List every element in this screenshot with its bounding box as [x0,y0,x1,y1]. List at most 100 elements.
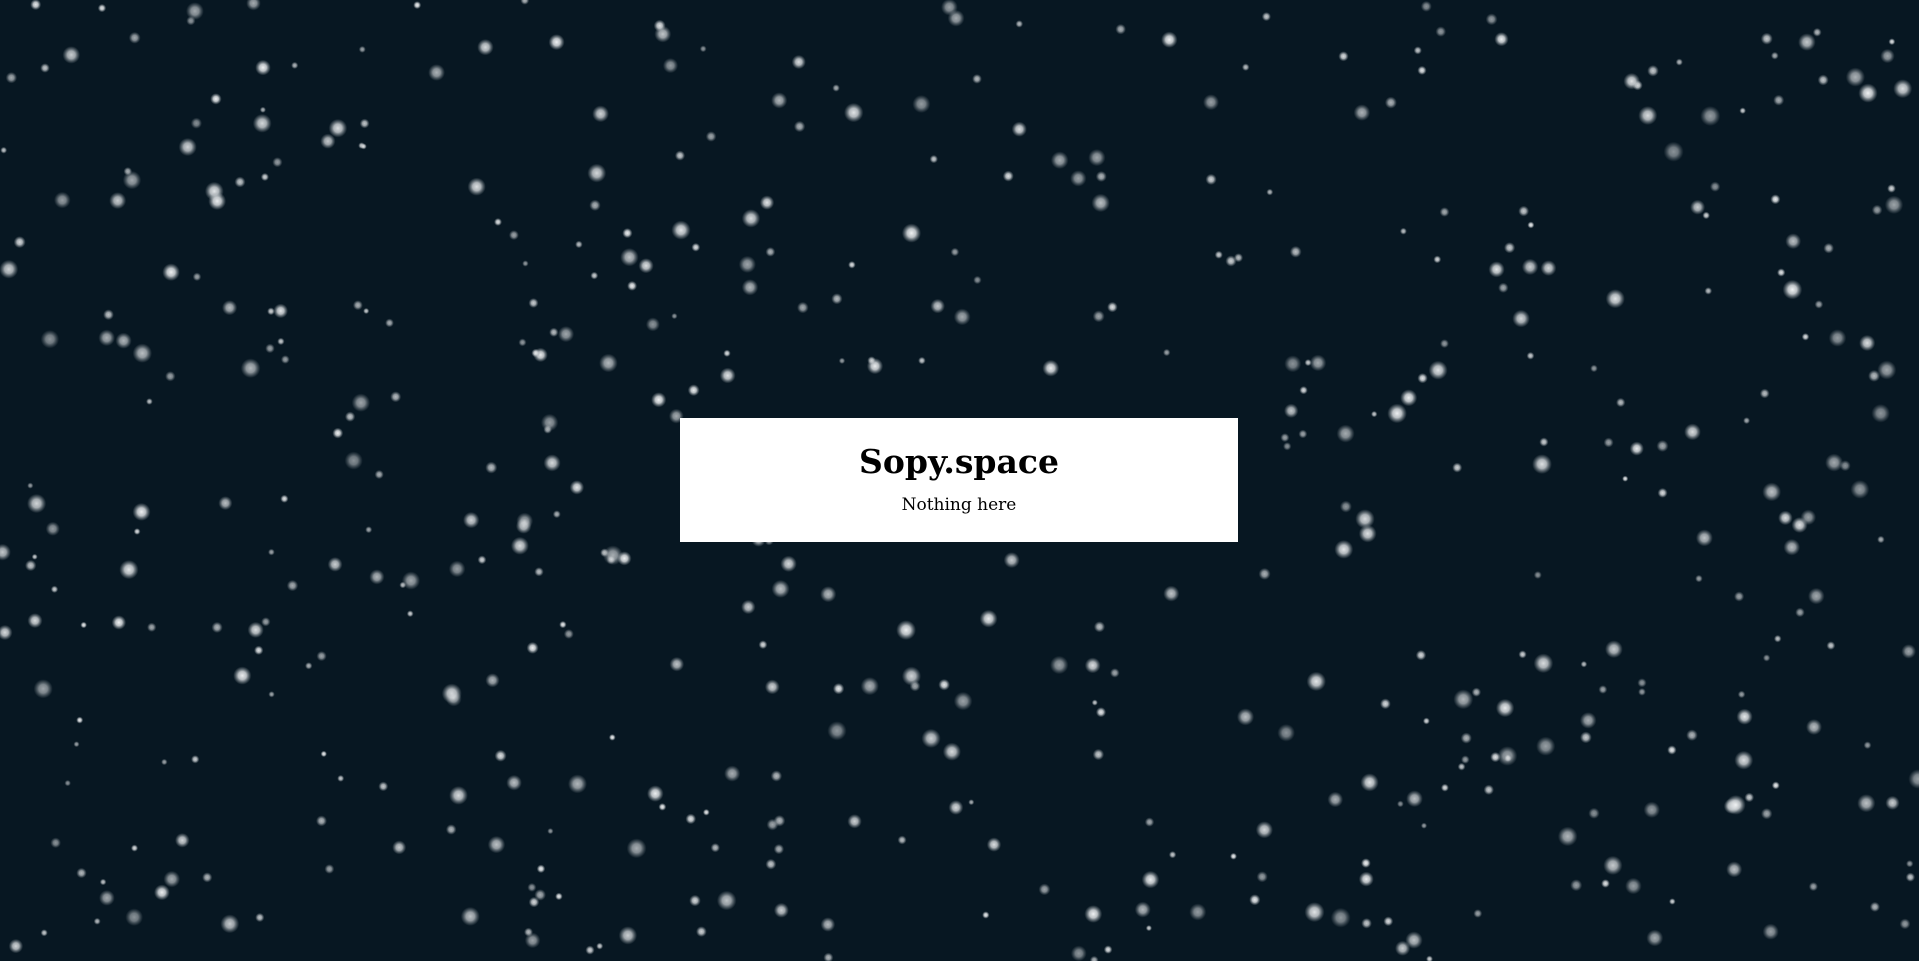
star [1762,482,1782,502]
star [1134,901,1151,918]
star [563,629,574,639]
star [50,837,61,849]
star [1050,151,1069,169]
star [494,218,502,226]
star [1826,641,1836,650]
star [930,298,945,314]
star [1808,882,1818,892]
star [125,908,143,926]
star [210,93,222,105]
star [109,192,127,210]
star [1249,894,1261,906]
star [1905,872,1916,882]
star [286,579,299,592]
star [5,72,18,84]
star [820,917,836,932]
star [401,571,421,590]
star [1371,410,1378,418]
star [741,599,756,615]
star [1726,861,1743,878]
star [1771,781,1780,790]
star [1684,423,1701,441]
star [559,620,567,629]
star [103,309,114,321]
star [233,666,252,685]
star [13,236,26,249]
star [332,427,344,439]
star [1070,170,1087,187]
star [1647,65,1659,77]
star [1580,660,1588,668]
star [518,338,527,347]
star [838,357,846,364]
star [1417,65,1427,75]
star [1773,634,1782,643]
star [132,502,151,521]
star [316,651,327,662]
star [1334,540,1354,559]
star [64,779,71,787]
star [260,172,269,182]
star [369,569,385,585]
star [1145,925,1152,932]
star [741,279,759,296]
star [1695,529,1713,547]
star [1042,359,1060,377]
star [252,113,272,133]
star [827,721,847,741]
star [277,337,285,346]
star [921,728,941,749]
star [1327,791,1344,808]
star [534,567,544,577]
star [76,716,84,724]
star [1643,801,1661,818]
star [723,349,731,357]
star [596,942,604,950]
star [557,326,575,343]
star [1760,32,1773,45]
star [255,59,271,76]
star [1457,762,1466,771]
star [1700,106,1721,126]
star [771,579,790,598]
star [1759,388,1770,399]
star [133,528,141,535]
star [25,559,37,572]
star [1095,171,1107,182]
star [1623,72,1640,90]
star [1533,653,1554,674]
star [1800,509,1817,526]
star [687,384,700,397]
star [1539,437,1549,447]
star [467,177,486,196]
star [1163,585,1180,602]
star [548,34,565,51]
star [758,640,768,650]
star [161,758,168,766]
star [1603,855,1623,876]
star [1038,883,1051,896]
star [1141,870,1160,889]
star [27,613,43,629]
star [1557,826,1578,847]
star [1906,860,1914,868]
star [1629,441,1644,456]
star [123,167,133,176]
star [291,61,299,69]
star [0,543,11,561]
star [0,259,19,279]
star [1258,567,1271,580]
star [543,454,561,472]
star [1494,32,1509,47]
star [1284,403,1299,418]
star [1107,301,1118,313]
page-title: Sopy.space [859,442,1059,481]
star [99,878,107,886]
star [1203,94,1219,111]
star [765,247,776,257]
star [618,926,638,945]
star [360,143,367,150]
star [1570,879,1583,892]
star [119,560,139,580]
star [1814,300,1824,309]
